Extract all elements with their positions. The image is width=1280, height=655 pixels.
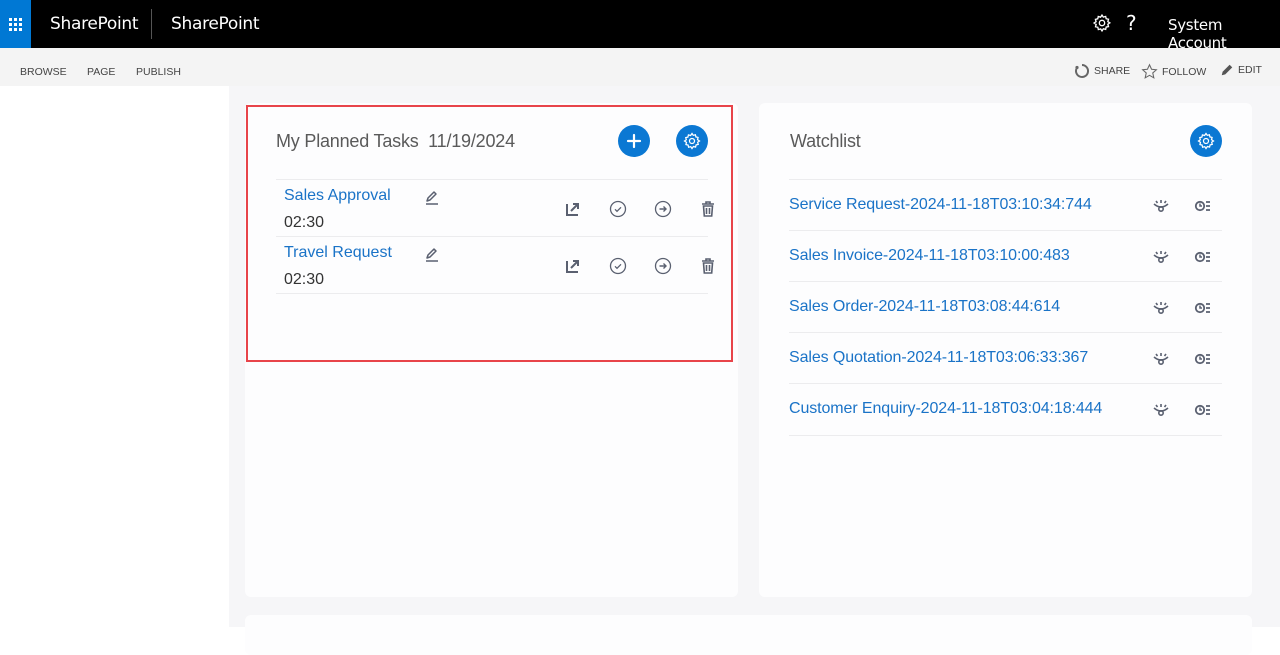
- unwatch-eye-icon[interactable]: [1151, 298, 1171, 318]
- star-icon: [1141, 63, 1158, 79]
- watchlist-item-link[interactable]: Sales Quotation-2024-11-18T03:06:33:367: [789, 349, 1088, 367]
- follow-label: FOLLOW: [1162, 65, 1207, 78]
- plus-icon: [626, 133, 642, 149]
- planned-tasks-settings-button[interactable]: [676, 125, 708, 157]
- planned-tasks-title: My Planned Tasks 11/19/2024: [276, 131, 515, 152]
- trash-icon[interactable]: [698, 256, 718, 276]
- task-time: 02:30: [284, 271, 325, 288]
- unwatch-eye-icon[interactable]: [1151, 400, 1171, 420]
- planned-tasks-card: [245, 103, 738, 597]
- check-circle-icon[interactable]: [608, 199, 628, 219]
- unwatch-eye-icon[interactable]: [1151, 247, 1171, 267]
- left-navigation-pane: [0, 86, 229, 627]
- edit-pencil-icon[interactable]: [422, 245, 442, 265]
- open-external-icon[interactable]: [563, 256, 583, 276]
- tab-page[interactable]: PAGE: [87, 66, 115, 78]
- watchlist-title: Watchlist: [790, 131, 861, 151]
- task-row: Sales Approval 02:30: [276, 179, 714, 236]
- bottom-card: [245, 615, 1252, 655]
- history-list-icon[interactable]: [1193, 298, 1213, 318]
- task-name-link[interactable]: Travel Request: [284, 244, 392, 262]
- help-button[interactable]: ?: [1126, 11, 1137, 35]
- gear-icon: [1197, 132, 1215, 150]
- task-row: Travel Request 02:30: [276, 236, 714, 293]
- task-list-divider: [276, 293, 708, 294]
- open-external-icon[interactable]: [563, 199, 583, 219]
- trash-icon[interactable]: [698, 199, 718, 219]
- history-list-icon[interactable]: [1193, 349, 1213, 369]
- site-title-link[interactable]: SharePoint: [171, 14, 260, 34]
- edit-label: EDIT: [1238, 64, 1262, 76]
- tab-publish[interactable]: PUBLISH: [136, 66, 181, 78]
- gear-icon: [683, 132, 701, 150]
- tab-browse[interactable]: BROWSE: [20, 66, 67, 78]
- watchlist-row: Sales Invoice-2024-11-18T03:10:00:483: [789, 230, 1222, 282]
- history-list-icon[interactable]: [1193, 400, 1213, 420]
- task-name-link[interactable]: Sales Approval: [284, 187, 391, 205]
- share-label: SHARE: [1094, 65, 1131, 77]
- ribbon-bar: BROWSE PAGE PUBLISH SHARE FOLLOW EDIT: [0, 48, 1280, 86]
- edit-button[interactable]: EDIT: [1220, 63, 1262, 77]
- unwatch-eye-icon[interactable]: [1151, 349, 1171, 369]
- app-launcher-button[interactable]: [0, 0, 31, 48]
- arrow-right-circle-icon[interactable]: [653, 256, 673, 276]
- watchlist-item-link[interactable]: Customer Enquiry-2024-11-18T03:04:18:444: [789, 400, 1102, 418]
- edit-pencil-icon[interactable]: [422, 188, 442, 208]
- history-list-icon[interactable]: [1193, 196, 1213, 216]
- suite-bar: SharePoint SharePoint ? System Account: [0, 0, 1280, 52]
- watchlist-row: Service Request-2024-11-18T03:10:34:744: [789, 179, 1222, 231]
- arrow-right-circle-icon[interactable]: [653, 199, 673, 219]
- watchlist-row: Sales Quotation-2024-11-18T03:06:33:367: [789, 332, 1222, 384]
- watchlist-item-link[interactable]: Sales Order-2024-11-18T03:08:44:614: [789, 298, 1060, 316]
- task-time: 02:30: [284, 214, 325, 231]
- planned-tasks-title-text: My Planned Tasks: [276, 131, 419, 151]
- watchlist-divider: [789, 435, 1222, 436]
- watchlist-row: Sales Order-2024-11-18T03:08:44:614: [789, 281, 1222, 333]
- user-menu[interactable]: System Account: [1168, 16, 1280, 52]
- settings-gear-icon[interactable]: [1092, 13, 1112, 33]
- unwatch-eye-icon[interactable]: [1151, 196, 1171, 216]
- share-icon: [1075, 63, 1089, 78]
- planned-tasks-date: 11/19/2024: [428, 131, 515, 151]
- check-circle-icon[interactable]: [608, 256, 628, 276]
- history-list-icon[interactable]: [1193, 247, 1213, 267]
- share-button[interactable]: SHARE: [1074, 63, 1130, 79]
- pencil-icon: [1221, 64, 1233, 76]
- follow-button[interactable]: FOLLOW: [1141, 63, 1206, 80]
- waffle-icon: [9, 17, 22, 31]
- brand-link[interactable]: SharePoint: [50, 14, 139, 34]
- watchlist-settings-button[interactable]: [1190, 125, 1222, 157]
- watchlist-item-link[interactable]: Sales Invoice-2024-11-18T03:10:00:483: [789, 247, 1070, 265]
- brand-divider: [151, 9, 152, 39]
- watchlist-item-link[interactable]: Service Request-2024-11-18T03:10:34:744: [789, 196, 1092, 214]
- watchlist-row: Customer Enquiry-2024-11-18T03:04:18:444: [789, 383, 1222, 435]
- add-task-button[interactable]: [618, 125, 650, 157]
